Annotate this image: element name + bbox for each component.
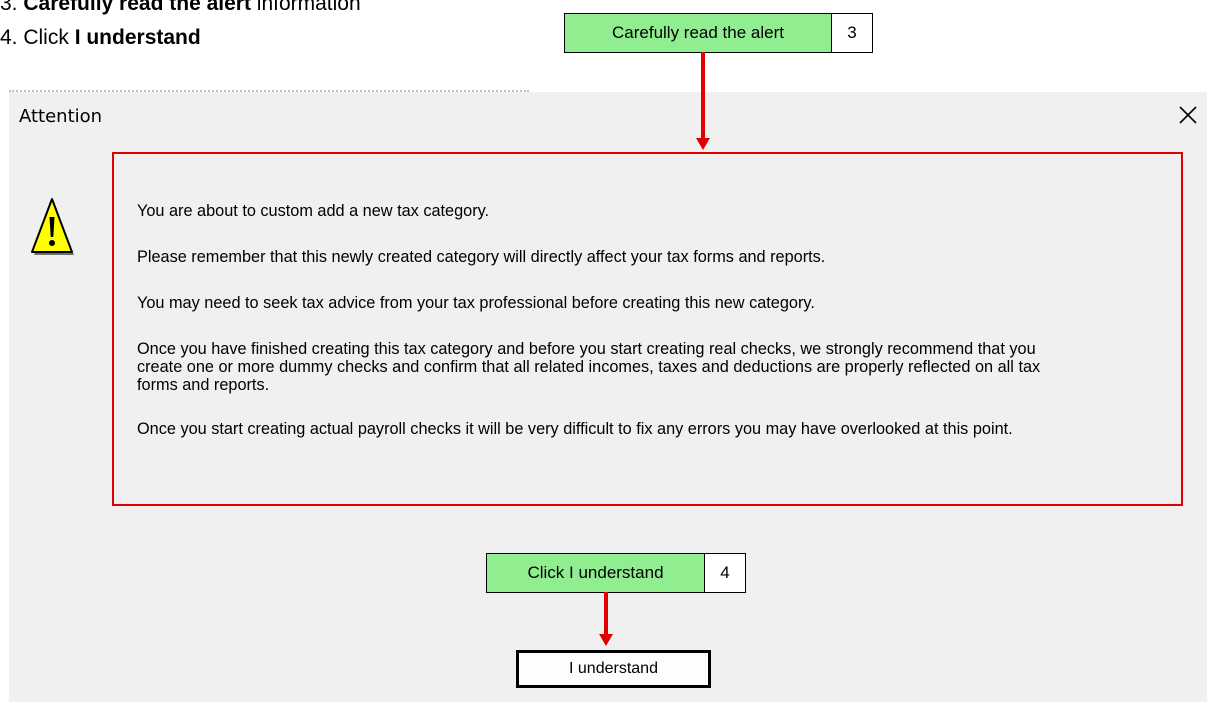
step-number: 3. — [0, 0, 18, 15]
alert-message-4: Once you have finished creating this tax… — [137, 340, 1041, 394]
callout-number: 4 — [720, 563, 730, 582]
callout-click-understand: Click I understand 4 — [486, 553, 746, 593]
callout-label: Click I understand — [487, 554, 705, 592]
i-understand-button[interactable]: I understand — [516, 650, 711, 688]
callout-number: 3 — [847, 23, 857, 42]
warning-icon — [30, 197, 74, 262]
close-icon[interactable] — [1177, 104, 1199, 126]
instruction-step-3: 3. Carefully read the alert information — [0, 0, 361, 16]
arrow-to-button — [604, 592, 608, 634]
callout-read-alert: Carefully read the alert 3 — [564, 13, 873, 53]
step-text: information — [250, 0, 361, 15]
instruction-step-4: 4. Click I understand — [0, 26, 201, 50]
arrow-head-alert — [696, 138, 710, 150]
arrow-head-button — [599, 634, 613, 646]
dialog-titlebar: Attention — [9, 92, 1207, 140]
alert-message-3: You may need to seek tax advice from you… — [137, 294, 815, 312]
alert-message-1: You are about to custom add a new tax ca… — [137, 202, 490, 220]
alert-message-5: Once you start creating actual payroll c… — [137, 420, 1013, 438]
step-text: Click — [17, 26, 75, 49]
step-bold-text: I understand — [74, 26, 201, 49]
callout-label: Carefully read the alert — [565, 14, 832, 52]
arrow-to-alert — [701, 52, 705, 138]
dialog-title: Attention — [19, 106, 103, 127]
alert-message-2: Please remember that this newly created … — [137, 248, 826, 266]
step-bold-text: Carefully read the alert — [23, 0, 251, 15]
step-number: 4. — [0, 26, 18, 49]
